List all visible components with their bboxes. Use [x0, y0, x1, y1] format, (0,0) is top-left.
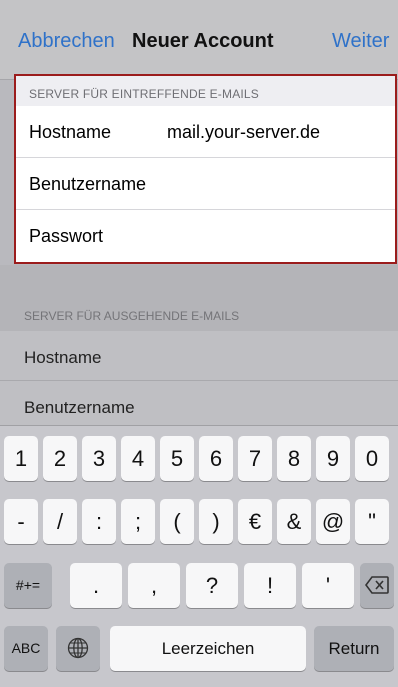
- incoming-username-row[interactable]: Benutzername: [16, 158, 395, 210]
- key-exclamation[interactable]: !: [244, 563, 296, 608]
- key-9[interactable]: 9: [316, 436, 350, 481]
- space-key[interactable]: Leerzeichen: [110, 626, 306, 671]
- key-2[interactable]: 2: [43, 436, 77, 481]
- incoming-password-label: Passwort: [29, 226, 104, 246]
- abc-key[interactable]: ABC: [4, 626, 48, 671]
- key-hyphen[interactable]: -: [4, 499, 38, 544]
- incoming-hostname-row[interactable]: Hostname mail.your-server.de: [16, 106, 395, 158]
- outgoing-hostname-label: Hostname: [24, 348, 102, 367]
- on-screen-keyboard: 1 2 3 4 5 6 7 8 9 0 - / : ; ( ) € & @ " …: [0, 425, 398, 687]
- key-at[interactable]: @: [316, 499, 350, 544]
- key-ampersand[interactable]: &: [277, 499, 311, 544]
- key-5[interactable]: 5: [160, 436, 194, 481]
- backspace-key[interactable]: [360, 563, 394, 608]
- globe-icon: [67, 637, 89, 659]
- incoming-password-row[interactable]: Passwort: [16, 210, 395, 262]
- navigation-bar: Abbrechen Neuer Account Weiter: [0, 0, 398, 80]
- key-1[interactable]: 1: [4, 436, 38, 481]
- key-open-paren[interactable]: (: [160, 499, 194, 544]
- outgoing-server-section: SERVER FÜR AUSGEHENDE E-MAILS Hostname B…: [0, 303, 398, 431]
- cancel-button[interactable]: Abbrechen: [18, 28, 115, 54]
- outgoing-username-row[interactable]: Benutzername: [0, 381, 398, 431]
- next-button[interactable]: Weiter: [332, 28, 389, 54]
- key-colon[interactable]: :: [82, 499, 116, 544]
- key-6[interactable]: 6: [199, 436, 233, 481]
- key-8[interactable]: 8: [277, 436, 311, 481]
- key-question[interactable]: ?: [186, 563, 238, 608]
- backspace-icon: [365, 576, 389, 594]
- symbols-toggle-key[interactable]: #+=: [4, 563, 52, 608]
- section-spacer: [0, 265, 398, 303]
- globe-key[interactable]: [56, 626, 100, 671]
- key-quote[interactable]: ": [355, 499, 389, 544]
- outgoing-username-label: Benutzername: [24, 398, 135, 417]
- key-close-paren[interactable]: ): [199, 499, 233, 544]
- return-key[interactable]: Return: [314, 626, 394, 671]
- key-semicolon[interactable]: ;: [121, 499, 155, 544]
- key-apostrophe[interactable]: ': [302, 563, 354, 608]
- incoming-hostname-input[interactable]: mail.your-server.de: [167, 122, 320, 143]
- key-period[interactable]: .: [70, 563, 122, 608]
- incoming-username-label: Benutzername: [29, 174, 147, 194]
- key-0[interactable]: 0: [355, 436, 389, 481]
- key-7[interactable]: 7: [238, 436, 272, 481]
- incoming-server-section: SERVER FÜR EINTREFFENDE E-MAILS Hostname…: [14, 74, 397, 264]
- incoming-section-header: SERVER FÜR EINTREFFENDE E-MAILS: [16, 76, 395, 106]
- outgoing-hostname-row[interactable]: Hostname: [0, 331, 398, 381]
- key-slash[interactable]: /: [43, 499, 77, 544]
- key-euro[interactable]: €: [238, 499, 272, 544]
- key-3[interactable]: 3: [82, 436, 116, 481]
- outgoing-section-header: SERVER FÜR AUSGEHENDE E-MAILS: [0, 303, 398, 331]
- key-comma[interactable]: ,: [128, 563, 180, 608]
- incoming-hostname-label: Hostname: [29, 122, 112, 142]
- key-4[interactable]: 4: [121, 436, 155, 481]
- page-title: Neuer Account: [132, 30, 274, 52]
